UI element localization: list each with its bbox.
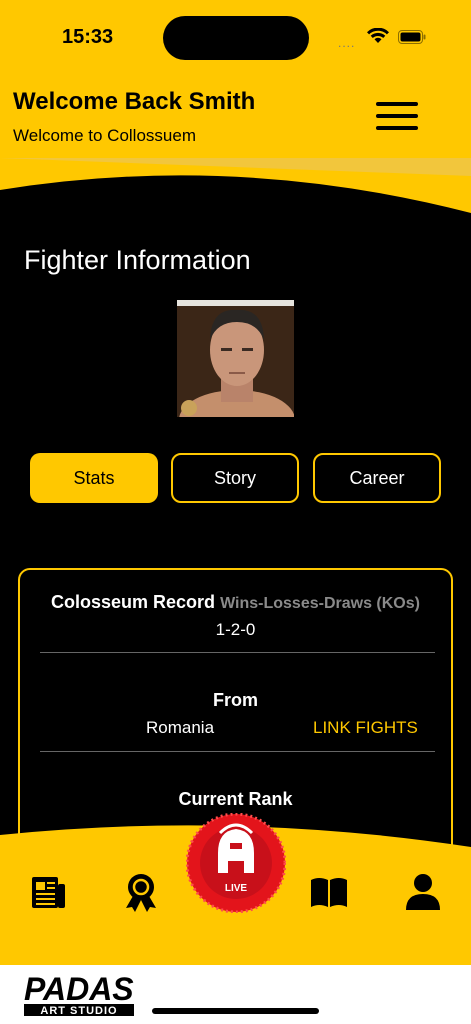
status-time: 15:33 <box>62 26 114 48</box>
record-label: Colosseum Record <box>51 592 216 612</box>
hamburger-menu-icon[interactable] <box>376 102 418 132</box>
award-icon[interactable] <box>121 872 161 912</box>
tab-career[interactable]: Career <box>313 453 441 503</box>
signal-icon: .... <box>338 36 356 50</box>
divider <box>40 652 435 653</box>
studio-logo: PADAS ART STUDIO <box>24 971 134 1017</box>
logo-subtext: ART STUDIO <box>40 1005 117 1017</box>
section-title: Fighter Information <box>24 245 251 275</box>
rank-label: Current Rank <box>178 789 293 809</box>
battery-icon <box>398 30 426 44</box>
fighter-avatar <box>177 300 294 417</box>
tabs: Stats Story Career <box>30 453 441 503</box>
record-row-title: Colosseum Record Wins-Losses-Draws (KOs) <box>20 592 451 613</box>
page-subtitle: Welcome to Collossuem <box>13 126 196 145</box>
tab-story[interactable]: Story <box>171 453 299 503</box>
record-value: 1-2-0 <box>215 620 256 639</box>
header-curve <box>0 158 471 218</box>
from-label: From <box>213 690 258 710</box>
page-title: Welcome Back Smith <box>13 88 256 115</box>
tab-stats[interactable]: Stats <box>30 453 158 503</box>
live-label: LIVE <box>225 883 248 894</box>
record-format: Wins-Losses-Draws (KOs) <box>220 595 420 612</box>
logo-text: PADAS <box>24 971 134 1007</box>
dynamic-island <box>163 16 309 60</box>
profile-icon[interactable] <box>403 872 443 912</box>
divider <box>40 751 435 752</box>
wifi-icon <box>367 28 389 43</box>
book-icon[interactable] <box>309 872 349 912</box>
link-fights-link[interactable]: LINK FIGHTS <box>313 718 418 738</box>
live-button[interactable]: LIVE <box>186 813 286 913</box>
news-icon[interactable] <box>28 872 68 912</box>
home-indicator <box>152 1008 319 1014</box>
from-value: Romania <box>146 718 215 737</box>
status-bar: 15:33 .... <box>0 0 471 74</box>
